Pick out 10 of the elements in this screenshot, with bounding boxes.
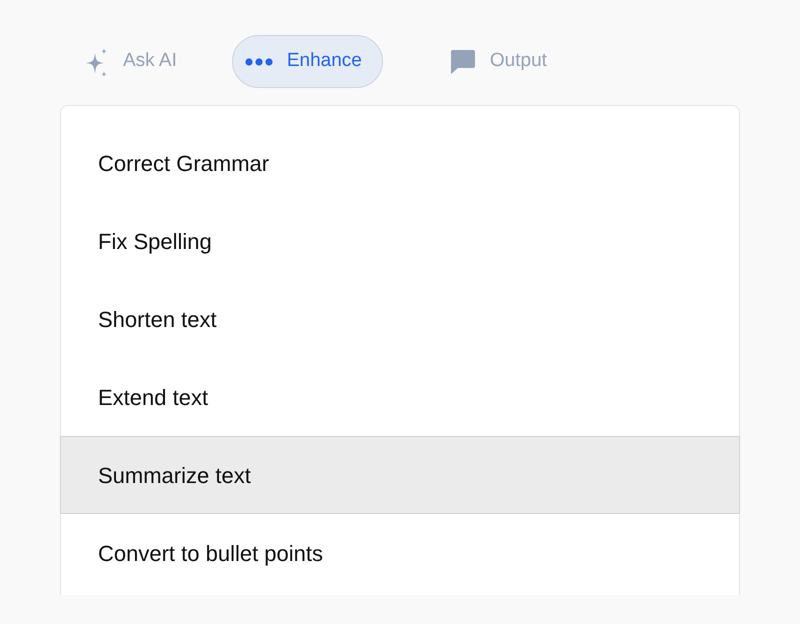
tab[interactable]: Enhance [232,35,383,88]
menu-item[interactable]: Fix Spelling [60,202,740,280]
menu-item[interactable]: Correct Grammar [60,124,740,202]
chat-icon [450,48,476,74]
menu-item[interactable]: Summarize text [60,436,740,514]
menu-item[interactable]: Extend text [60,358,740,436]
menu-item[interactable]: Convert to bullet points [60,514,740,592]
sparkle-icon [85,46,109,76]
dots-icon [244,56,273,66]
menu-item[interactable]: Shorten text [60,280,740,358]
